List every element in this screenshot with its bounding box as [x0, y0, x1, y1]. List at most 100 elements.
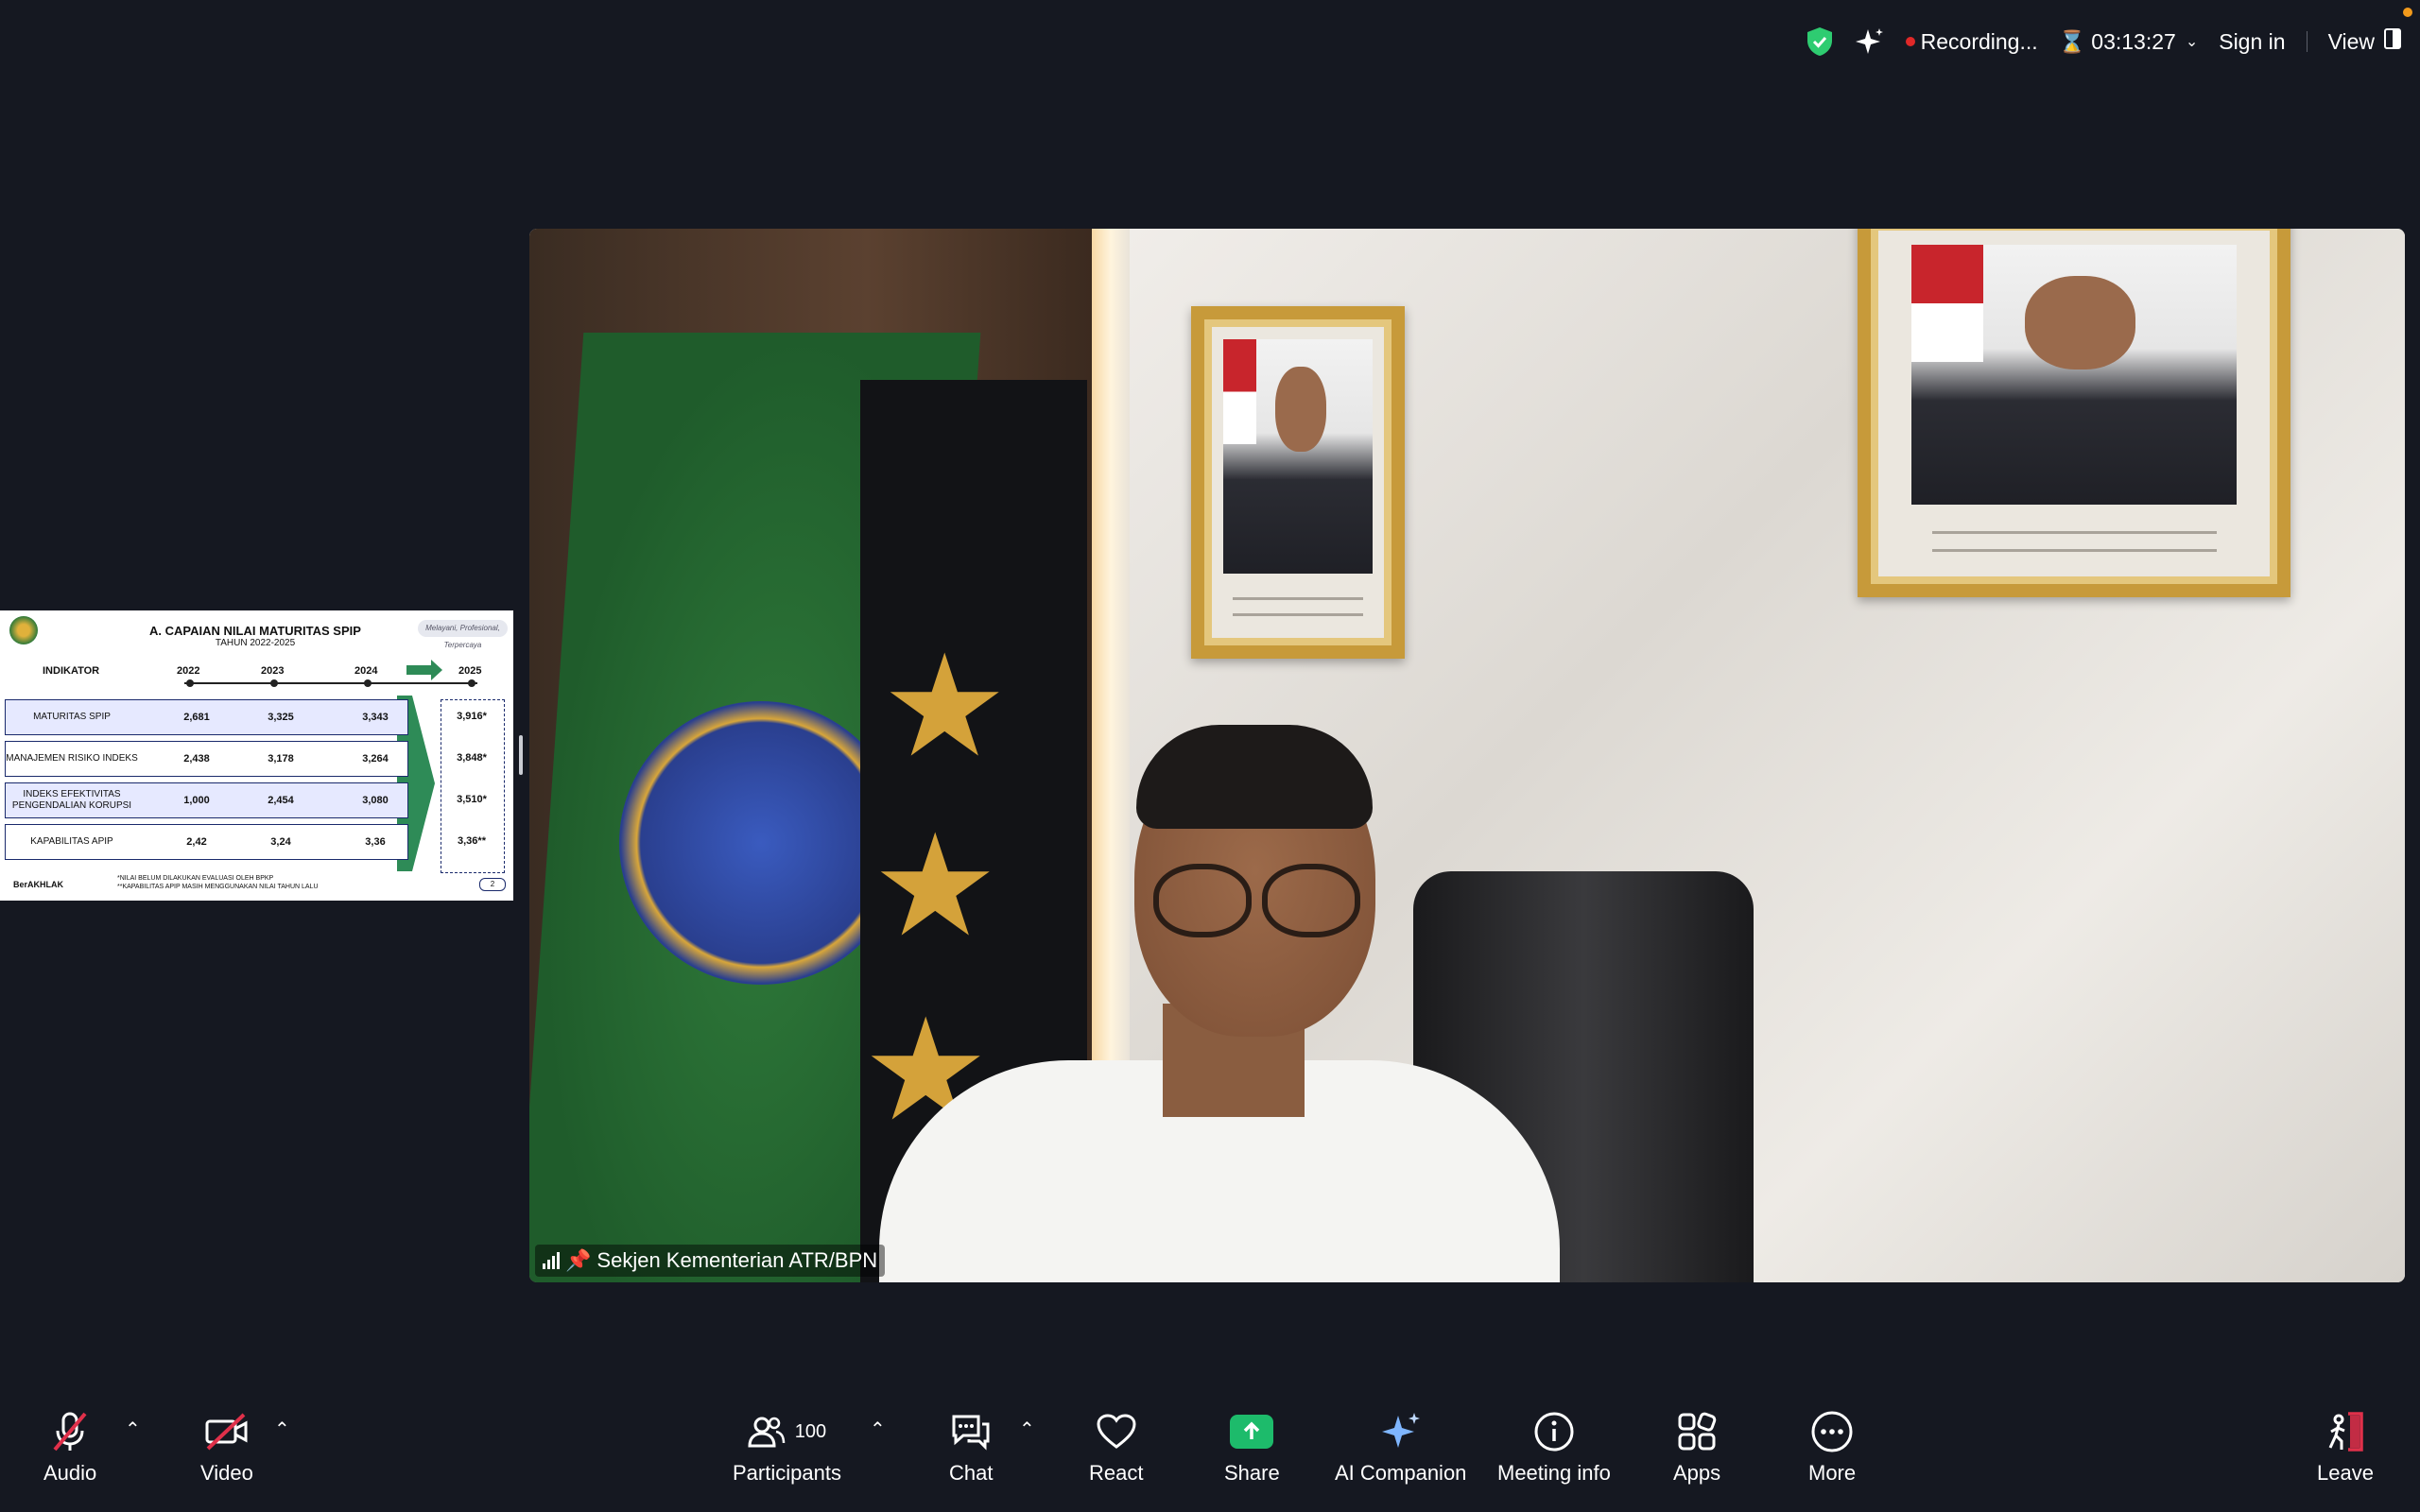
react-button[interactable]: React: [1089, 1402, 1143, 1486]
participants-count: 100: [794, 1420, 827, 1442]
row-value-2024: 3,343: [362, 712, 389, 723]
microphone-muted-icon: [49, 1402, 91, 1461]
chat-icon: [950, 1402, 992, 1461]
meeting-timer[interactable]: ⌛ 03:13:27 ⌄: [2059, 29, 2199, 55]
shared-slide-thumbnail[interactable]: A. CAPAIAN NILAI MATURITAS SPIP TAHUN 20…: [0, 610, 513, 901]
info-icon: [1533, 1402, 1575, 1461]
share-icon-wrapper: [1230, 1402, 1274, 1461]
notification-dot: [2403, 8, 2412, 17]
react-label: React: [1089, 1461, 1144, 1485]
heart-icon: [1096, 1402, 1137, 1461]
participants-icon-group: 100: [748, 1402, 826, 1461]
table-row: MATURITAS SPIP 2,681 3,325 3,343: [5, 699, 408, 735]
recording-indicator[interactable]: Recording...: [1905, 29, 2038, 55]
participant-name: Sekjen Kementerian ATR/BPN: [596, 1248, 878, 1272]
row-label: MATURITAS SPIP: [33, 712, 111, 722]
video-options-caret-icon[interactable]: ⌃: [274, 1418, 290, 1441]
leave-door-icon: [2324, 1402, 2367, 1461]
top-bar: Recording... ⌛ 03:13:27 ⌄ Sign in View: [1785, 21, 2401, 62]
sign-in-button[interactable]: Sign in: [2219, 29, 2285, 55]
more-dots-icon: [1810, 1402, 1854, 1461]
slide-subtitle: TAHUN 2022-2025: [215, 638, 296, 648]
row-value-2023: 3,325: [268, 712, 294, 723]
audio-options-caret-icon[interactable]: ⌃: [125, 1418, 141, 1441]
row-value-2025: 3,916*: [457, 711, 487, 722]
meeting-info-button[interactable]: Meeting info: [1497, 1402, 1611, 1486]
meeting-info-label: Meeting info: [1497, 1461, 1611, 1485]
more-button[interactable]: More: [1808, 1402, 1856, 1486]
star-icon: ★: [881, 627, 1009, 785]
view-label: View: [2327, 28, 2375, 54]
participants-icon: [748, 1417, 786, 1448]
ai-sparkle-icon[interactable]: [1855, 26, 1885, 57]
row-value-2022: 1,000: [183, 795, 210, 806]
chat-button[interactable]: Chat: [949, 1402, 993, 1486]
speaker-glasses: [1153, 864, 1360, 937]
star-icon: ★: [872, 806, 999, 965]
apps-label: Apps: [1673, 1461, 1721, 1485]
divider: [2306, 31, 2308, 52]
view-button[interactable]: View: [2328, 28, 2401, 55]
speaker-video[interactable]: ★ ★ ★ 📌 Sekjen Kementerian ATR/BPN: [529, 229, 2405, 1282]
row-value-2025: 3,36**: [458, 835, 486, 847]
row-value-2022: 2,681: [183, 712, 210, 723]
header-2023: 2023: [261, 665, 285, 677]
audio-button[interactable]: Audio: [43, 1402, 96, 1486]
timeline-dot: [364, 679, 372, 687]
table-row: MANAJEMEN RISIKO INDEKS 2,438 3,178 3,26…: [5, 741, 408, 777]
video-button[interactable]: Video: [200, 1402, 253, 1486]
row-value-2023: 3,178: [268, 753, 294, 765]
berakhlak-logo: BerAKHLAK: [13, 880, 64, 889]
row-value-2024: 3,264: [362, 753, 389, 765]
row-value-2024: 3,36: [365, 836, 386, 848]
pin-icon[interactable]: 📌: [565, 1248, 591, 1273]
portrait-caption: [1931, 530, 2217, 534]
table-row: KAPABILITAS APIP 2,42 3,24 3,36: [5, 824, 408, 860]
timeline-dot: [468, 679, 475, 687]
chat-label: Chat: [949, 1461, 994, 1485]
table-row: INDEKS EFEKTIVITAS PENGENDALIAN KORUPSI …: [5, 782, 408, 818]
participant-name-tag: 📌 Sekjen Kementerian ATR/BPN: [535, 1245, 886, 1277]
footnote: **KAPABILITAS APIP MASIH MENGGUNAKAN NIL…: [117, 884, 319, 890]
audio-label: Audio: [43, 1461, 97, 1485]
header-2024: 2024: [354, 665, 378, 677]
row-label: MANAJEMEN RISIKO INDEKS: [6, 753, 138, 764]
row-label: KAPABILITAS APIP: [30, 836, 113, 847]
header-indicator: INDIKATOR: [43, 665, 100, 677]
participants-options-caret-icon[interactable]: ⌃: [870, 1418, 886, 1441]
row-value-2022: 2,438: [183, 753, 210, 765]
row-value-2022: 2,42: [186, 836, 207, 848]
row-value-2025: 3,510*: [457, 794, 487, 805]
page-number: 2: [479, 878, 506, 891]
slide-tagline: Melayani, Profesional, Terpercaya: [418, 620, 508, 649]
row-label: INDEKS EFEKTIVITAS PENGENDALIAN KORUPSI: [11, 789, 132, 811]
speaker-hair: [1136, 725, 1373, 829]
panel-resize-handle[interactable]: [519, 735, 523, 775]
portrait-frame: [1191, 306, 1405, 659]
arrow-right-icon: [406, 660, 442, 680]
share-button[interactable]: Share: [1224, 1402, 1280, 1486]
chevron-down-icon: ⌄: [2185, 34, 2199, 50]
chat-options-caret-icon[interactable]: ⌃: [1019, 1418, 1035, 1441]
video-label: Video: [200, 1461, 253, 1485]
portrait-caption: [1232, 596, 1364, 600]
portrait-image: [1222, 338, 1374, 575]
row-value-2023: 2,454: [268, 795, 294, 806]
header-2022: 2022: [177, 665, 200, 677]
share-label: Share: [1224, 1461, 1280, 1485]
target-2025-box: [441, 699, 505, 873]
timer-text: 03:13:27: [2091, 28, 2176, 54]
participants-button[interactable]: 100 Participants: [733, 1402, 841, 1486]
share-screen-icon: [1230, 1415, 1274, 1449]
ai-companion-button[interactable]: AI Companion: [1335, 1402, 1466, 1486]
header-2025: 2025: [458, 665, 482, 677]
more-label: More: [1808, 1461, 1857, 1485]
encryption-shield-icon[interactable]: [1806, 26, 1834, 57]
leave-button[interactable]: Leave: [2317, 1402, 2374, 1486]
apps-button[interactable]: Apps: [1673, 1402, 1720, 1486]
footnote: *NILAI BELUM DILAKUKAN EVALUASI OLEH BPK…: [117, 875, 274, 882]
signal-strength-icon: [543, 1252, 560, 1269]
timeline: [184, 682, 477, 684]
leave-label: Leave: [2317, 1461, 2374, 1485]
atr-bpn-logo-icon: [9, 616, 38, 644]
